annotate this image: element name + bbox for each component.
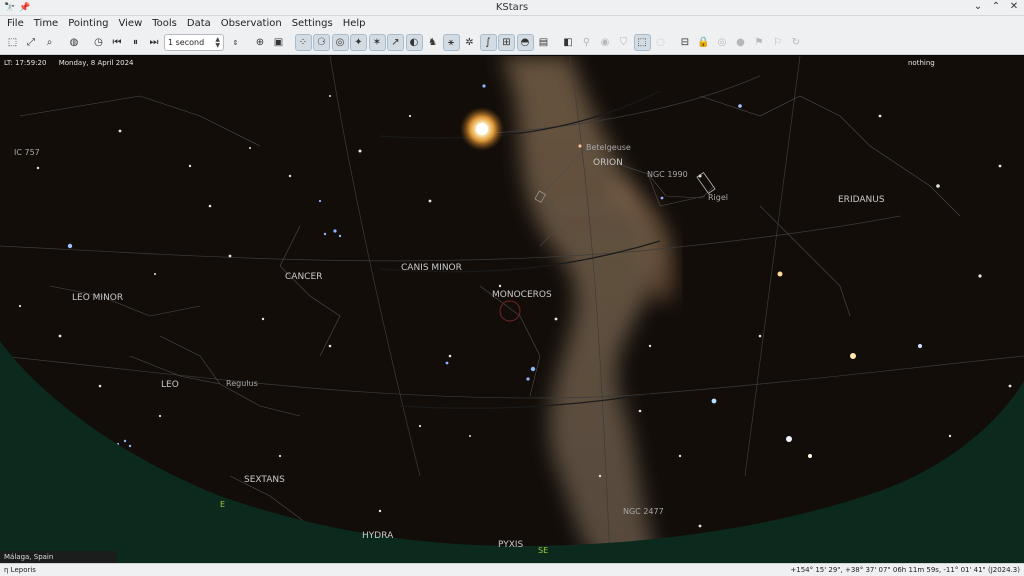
direction-southeast: SE — [538, 546, 549, 555]
menu-file[interactable]: File — [2, 18, 29, 29]
object-ngc1990[interactable]: NGC 1990 — [647, 170, 688, 179]
zoom-fit-icon[interactable]: ⤢ — [23, 34, 40, 51]
local-time: LT: 17:59:20 — [4, 59, 47, 67]
constellation-cancer[interactable]: CANCER — [285, 272, 322, 282]
status-bar: η Leporis +154° 15' 29", +38° 37' 07" 06… — [0, 563, 1024, 576]
time-step-spinbox[interactable]: 1 second ▲ ▼ — [164, 34, 224, 51]
search-icon[interactable]: ⌕ — [41, 34, 58, 51]
sky-canvas[interactable] — [0, 56, 1024, 563]
comets-icon[interactable]: ✶ — [368, 34, 386, 51]
clock-icon[interactable]: ◷ — [90, 34, 107, 51]
constellation-names-icon[interactable]: ⚹ — [442, 34, 460, 51]
equator-icon[interactable]: ∫ — [479, 34, 497, 51]
object-betelgeuse[interactable]: Betelgeuse — [586, 143, 631, 152]
direction-east: E — [220, 500, 226, 509]
telescope-icon[interactable]: ⚲ — [578, 34, 595, 51]
galaxy-icon[interactable]: ◎ — [331, 34, 349, 51]
constellation-orion[interactable]: ORION — [593, 158, 623, 168]
target-circle[interactable] — [499, 300, 521, 322]
menu-data[interactable]: Data — [182, 18, 216, 29]
object-ic757[interactable]: IC 757 — [14, 148, 40, 157]
menu-settings[interactable]: Settings — [287, 18, 338, 29]
constellation-pyxis[interactable]: PYXIS — [498, 540, 523, 550]
step-stepper-icon[interactable]: ⇕ — [227, 34, 244, 51]
eye-icon[interactable]: ◉ — [597, 34, 614, 51]
observing-list-icon[interactable]: ◧ — [560, 34, 577, 51]
location-label: Málaga, Spain — [0, 551, 117, 563]
main-toolbar: ⬚ ⤢ ⌕ ◍ ◷ ⏮ ⏸ ⏭ 1 second ▲ ▼ ⇕ ⊕ ▣ ⁘ ⚆ ◎ … — [0, 31, 1024, 55]
constellation-hydra[interactable]: HYDRA — [362, 531, 393, 541]
star-field — [18, 84, 1012, 528]
flag-icon[interactable]: ⚑ — [751, 34, 768, 51]
close-button[interactable]: ✕ — [1008, 1, 1020, 12]
skip-back-icon[interactable]: ⏮ — [109, 34, 126, 51]
milky-way-icon[interactable]: ◐ — [405, 34, 423, 51]
record-icon[interactable]: ● — [732, 34, 749, 51]
crosshair-target-icon[interactable]: ⊕ — [252, 34, 269, 51]
fov-indicator[interactable] — [696, 171, 716, 195]
title-bar: 🔭 📌 KStars ⌄ ⌃ ✕ — [0, 0, 1024, 16]
grid-icon[interactable]: ⊞ — [498, 34, 515, 51]
constellation-lines-icon[interactable]: ↗ — [387, 34, 404, 51]
object-rigel[interactable]: Rigel — [708, 193, 728, 202]
menu-help[interactable]: Help — [338, 18, 371, 29]
globe-icon[interactable]: ◍ — [66, 34, 83, 51]
record-outline-icon[interactable]: ◎ — [714, 34, 731, 51]
status-object: η Leporis — [4, 566, 36, 574]
sun[interactable] — [476, 123, 488, 135]
date-label: Monday, 8 April 2024 — [58, 59, 134, 67]
spin-arrows-icon[interactable]: ▲ ▼ — [215, 36, 220, 49]
constellation-canis-minor[interactable]: CANIS MINOR — [401, 263, 462, 273]
time-overlay: LT: 17:59:20 Monday, 8 April 2024 — [4, 59, 144, 67]
focus-overlay: nothing — [908, 59, 935, 67]
object-regulus[interactable]: Regulus — [226, 379, 258, 388]
object-ngc2477[interactable]: NGC 2477 — [623, 507, 664, 516]
lock-icon[interactable]: 🔒 — [695, 34, 712, 51]
time-step-value: 1 second — [168, 38, 205, 47]
ground-horizon — [0, 341, 1024, 563]
window-title: KStars — [495, 2, 529, 13]
horizon-icon[interactable]: ◓ — [516, 34, 534, 51]
hips-icon[interactable]: ▤ — [535, 34, 552, 51]
image-icon[interactable]: ▣ — [270, 34, 287, 51]
constellation-leo-minor[interactable]: LEO MINOR — [72, 293, 123, 303]
sky-map[interactable]: LT: 17:59:20 Monday, 8 April 2024 nothin… — [0, 56, 1024, 563]
skip-forward-icon[interactable]: ⏭ — [146, 34, 163, 51]
menu-time[interactable]: Time — [29, 18, 63, 29]
zoom-box-icon[interactable]: ⬚ — [4, 34, 21, 51]
ecliptic-icon[interactable]: ✲ — [461, 34, 478, 51]
menu-tools[interactable]: Tools — [147, 18, 182, 29]
menu-bar: File Time Pointing View Tools Data Obser… — [0, 16, 1024, 31]
stars-icon[interactable]: ⁘ — [294, 34, 312, 51]
symbols-icon[interactable]: ⊟ — [677, 34, 694, 51]
flag-icon-2[interactable]: ⚐ — [769, 34, 786, 51]
status-coordinates: +154° 15' 29", +38° 37' 07" 06h 11m 59s,… — [790, 566, 1020, 574]
fov-icon[interactable]: ⬚ — [633, 34, 651, 51]
refresh-icon[interactable]: ↻ — [788, 34, 805, 51]
menu-view[interactable]: View — [114, 18, 148, 29]
menu-observation[interactable]: Observation — [216, 18, 287, 29]
satellite-icon[interactable]: ◌ — [652, 34, 669, 51]
maximize-button[interactable]: ⌃ — [990, 1, 1002, 12]
constellation-sextans[interactable]: SEXTANS — [244, 475, 285, 485]
pause-icon[interactable]: ⏸ — [127, 34, 144, 51]
shield-icon[interactable]: ⛉ — [615, 34, 632, 51]
deep-sky-icon[interactable]: ⚆ — [313, 34, 330, 51]
menu-pointing[interactable]: Pointing — [63, 18, 113, 29]
constellation-eridanus[interactable]: ERIDANUS — [838, 195, 885, 205]
constellation-monoceros[interactable]: MONOCEROS — [492, 290, 552, 300]
constellation-art-icon[interactable]: ♞ — [424, 34, 441, 51]
solar-system-icon[interactable]: ✦ — [350, 34, 367, 51]
constellation-leo[interactable]: LEO — [161, 380, 179, 390]
minimize-button[interactable]: ⌄ — [972, 1, 984, 12]
